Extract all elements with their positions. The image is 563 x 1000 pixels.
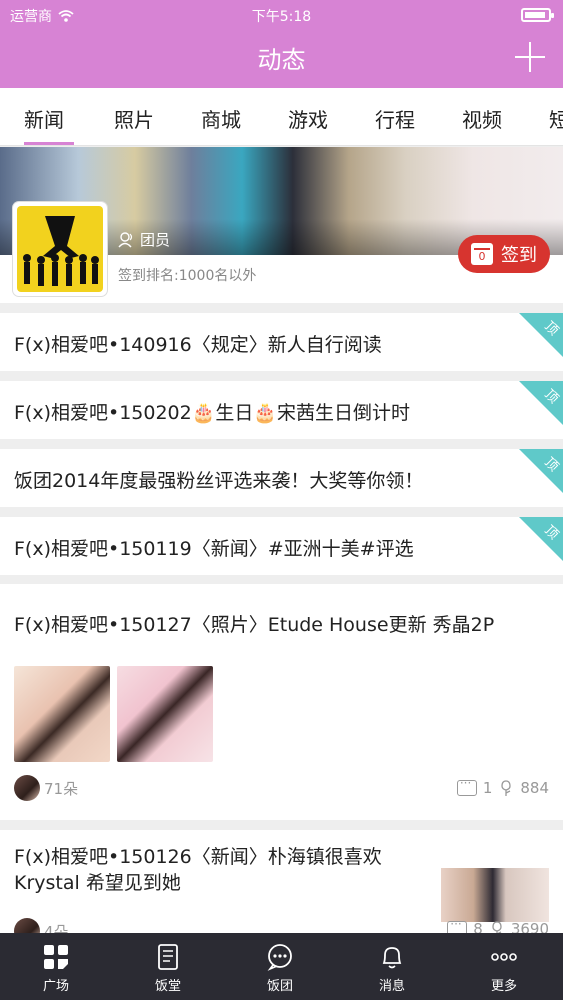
pinned-post[interactable]: F(x)相爱吧•150202🎂生日🎂宋茜生日倒计时 顶	[0, 381, 563, 439]
nav-label: 饭堂	[154, 979, 181, 994]
like-count: 3690	[510, 920, 549, 933]
tab-schedule[interactable]: 行程	[375, 104, 415, 133]
nav-item-square[interactable]: 广场	[0, 933, 112, 1000]
feed-post[interactable]: F(x)相爱吧•150127〈照片〉Etude House更新 秀晶2P 71朵…	[0, 584, 563, 820]
feed-post[interactable]: F(x)相爱吧•150126〈新闻〉朴海镇很喜欢 Krystal 希望见到她 4…	[0, 830, 563, 933]
tab-games[interactable]: 游戏	[288, 104, 328, 133]
nav-label: 饭团	[266, 979, 293, 994]
nav-item-messages[interactable]: 消息	[336, 933, 448, 1000]
pinned-post-title: F(x)相爱吧•150202🎂生日🎂宋茜生日倒计时	[14, 402, 411, 424]
comment-icon[interactable]	[447, 917, 468, 933]
post-image[interactable]	[117, 666, 213, 762]
more-dots-icon	[491, 953, 517, 961]
comment-count: 1	[482, 779, 493, 797]
clock: 下午5:18	[251, 9, 312, 25]
pinned-badge: 顶	[519, 449, 563, 493]
battery-icon	[521, 8, 554, 22]
pinned-post[interactable]: 饭团2014年度最强粉丝评选来袭！大奖等你领！ 顶	[0, 449, 563, 507]
comment-count: 8	[473, 920, 483, 933]
tab-shop[interactable]: 商城	[201, 104, 241, 133]
tab-photos[interactable]: 照片	[114, 104, 154, 133]
header-bar: 运营商 下午5:18 动态	[0, 0, 563, 88]
pinned-post[interactable]: F(x)相爱吧•140916〈规定〉新人自行阅读 顶	[0, 313, 563, 371]
tab-short[interactable]: 短	[549, 104, 563, 133]
pinned-badge: 顶	[519, 313, 563, 357]
pinned-badge: 顶	[519, 381, 563, 425]
pinned-post-title: 饭团2014年度最强粉丝评选来袭！大奖等你领！	[14, 470, 424, 492]
nav-label: 广场	[42, 979, 69, 994]
page-title: 动态	[257, 46, 306, 74]
pinned-post[interactable]: F(x)相爱吧•150119〈新闻〉#亚洲十美#评选 顶	[0, 517, 563, 575]
member-role: 团员	[118, 229, 170, 250]
group-logo	[17, 206, 103, 292]
group-avatar[interactable]	[13, 202, 107, 296]
checkin-button[interactable]: 0 签到	[458, 235, 550, 273]
nav-item-more[interactable]: 更多	[448, 933, 560, 1000]
post-author: 4朵	[14, 918, 69, 933]
nav-label: 消息	[378, 979, 405, 994]
group-banner: 团员 签到排名:1000名以外 0 签到	[0, 147, 563, 303]
comment-icon[interactable]	[456, 776, 477, 796]
checkin-label: 签到	[501, 245, 537, 266]
flower-count: 4朵	[44, 922, 69, 934]
pinned-post-title: F(x)相爱吧•140916〈规定〉新人自行阅读	[14, 334, 382, 356]
nav-item-fan-group[interactable]: 饭团	[224, 933, 336, 1000]
post-image[interactable]	[441, 868, 549, 922]
pinned-badge: 顶	[519, 517, 563, 561]
post-stats: 8 3690	[447, 917, 549, 933]
avatar[interactable]	[14, 775, 40, 801]
calendar-icon: 0	[471, 243, 493, 265]
document-icon	[158, 944, 178, 970]
avatar[interactable]	[14, 918, 40, 933]
chat-bubble-icon	[267, 944, 292, 971]
bottom-nav: 广场 饭堂 饭团 消息 更多	[0, 933, 563, 1000]
tab-news[interactable]: 新闻	[24, 104, 64, 133]
post-title: F(x)相爱吧•150127〈照片〉Etude House更新 秀晶2P	[14, 614, 495, 636]
flower-icon[interactable]	[498, 779, 514, 797]
tab-videos[interactable]: 视频	[462, 104, 502, 133]
category-tabs: 新闻 照片 商城 游戏 行程 视频 短	[0, 88, 563, 146]
post-author: 71朵	[14, 775, 78, 801]
nav-label: 更多	[490, 979, 517, 994]
grid-icon	[44, 945, 68, 969]
pinned-post-title: F(x)相爱吧•150119〈新闻〉#亚洲十美#评选	[14, 538, 414, 560]
flower-icon[interactable]	[489, 920, 505, 933]
like-count: 884	[520, 779, 549, 797]
add-button[interactable]	[515, 42, 545, 72]
flower-count: 71朵	[44, 779, 79, 798]
post-title: F(x)相爱吧•150126〈新闻〉朴海镇很喜欢 Krystal 希望见到她	[14, 846, 382, 894]
post-stats: 1 884	[456, 776, 549, 797]
checkin-rank: 签到排名:1000名以外	[118, 268, 257, 284]
active-tab-indicator	[24, 142, 74, 145]
fx-logo-icon	[23, 216, 99, 286]
status-bar: 运营商 下午5:18	[0, 0, 563, 28]
post-image[interactable]	[14, 666, 110, 762]
nav-item-hall[interactable]: 饭堂	[112, 933, 224, 1000]
user-icon	[118, 231, 133, 247]
bell-icon	[382, 947, 402, 969]
